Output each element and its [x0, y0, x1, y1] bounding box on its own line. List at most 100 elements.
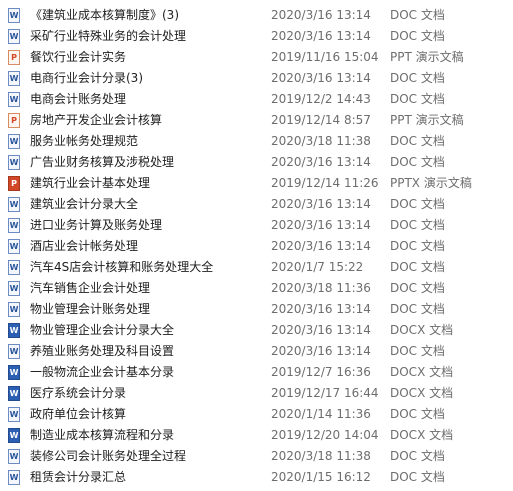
file-date-modified: 2020/1/7 15:22 [271, 260, 364, 274]
file-row[interactable]: W 电商会计账务处理 2019/12/2 14:43 DOC 文档 [0, 89, 513, 110]
file-type: DOC 文档 [390, 197, 445, 211]
file-date-modified: 2019/11/16 15:04 [271, 50, 379, 64]
file-type: DOC 文档 [390, 134, 445, 148]
file-name[interactable]: 服务业帐务处理规范 [30, 131, 138, 152]
doc-icon: W [8, 449, 20, 464]
file-name[interactable]: 一般物流企业会计基本分录 [30, 362, 174, 383]
file-date-modified: 2020/3/16 13:14 [271, 8, 371, 22]
file-type: DOC 文档 [390, 8, 445, 22]
file-type: DOC 文档 [390, 470, 445, 484]
file-date-modified: 2020/3/16 13:14 [271, 302, 371, 316]
file-date-modified: 2020/1/15 16:12 [271, 470, 371, 484]
file-type: DOC 文档 [390, 92, 445, 106]
file-row[interactable]: W 物业管理企业会计分录大全 2020/3/16 13:14 DOCX 文档 [0, 320, 513, 341]
ppt-icon: P [8, 113, 20, 128]
file-row[interactable]: W 汽车销售企业会计处理 2020/3/18 11:36 DOC 文档 [0, 278, 513, 299]
file-date-modified: 2020/1/14 11:36 [271, 407, 371, 421]
file-name[interactable]: 物业管理企业会计分录大全 [30, 320, 174, 341]
file-row[interactable]: W 酒店业会计帐务处理 2020/3/16 13:14 DOC 文档 [0, 236, 513, 257]
file-row[interactable]: W 租赁会计分录汇总 2020/1/15 16:12 DOC 文档 [0, 467, 513, 488]
file-date-modified: 2020/3/16 13:14 [271, 197, 371, 211]
file-row[interactable]: W 电商行业会计分录(3) 2020/3/16 13:14 DOC 文档 [0, 68, 513, 89]
file-name[interactable]: 汽车销售企业会计处理 [30, 278, 150, 299]
file-name[interactable]: 政府单位会计核算 [30, 404, 126, 425]
docx-icon: W [8, 365, 20, 380]
file-date-modified: 2020/3/16 13:14 [271, 71, 371, 85]
file-type: DOC 文档 [390, 281, 445, 295]
file-name[interactable]: 电商会计账务处理 [30, 89, 126, 110]
file-date-modified: 2020/3/16 13:14 [271, 218, 371, 232]
file-name[interactable]: 《建筑业成本核算制度》(3) [30, 5, 179, 26]
file-name[interactable]: 采矿行业特殊业务的会计处理 [30, 26, 186, 47]
file-date-modified: 2019/12/17 16:44 [271, 386, 379, 400]
doc-icon: W [8, 344, 20, 359]
file-row[interactable]: W 一般物流企业会计基本分录 2019/12/7 16:36 DOCX 文档 [0, 362, 513, 383]
file-date-modified: 2020/3/16 13:14 [271, 155, 371, 169]
docx-icon: W [8, 386, 20, 401]
doc-icon: W [8, 260, 20, 275]
file-date-modified: 2019/12/14 8:57 [271, 113, 371, 127]
file-name[interactable]: 建筑业会计分录大全 [30, 194, 138, 215]
file-type: DOC 文档 [390, 407, 445, 421]
file-date-modified: 2019/12/20 14:04 [271, 428, 379, 442]
pptx-icon: P [8, 176, 20, 191]
file-name[interactable]: 电商行业会计分录(3) [30, 68, 143, 89]
file-date-modified: 2019/12/7 16:36 [271, 365, 371, 379]
file-name[interactable]: 房地产开发企业会计核算 [30, 110, 162, 131]
file-name[interactable]: 酒店业会计帐务处理 [30, 236, 138, 257]
file-row[interactable]: W 制造业成本核算流程和分录 2019/12/20 14:04 DOCX 文档 [0, 425, 513, 446]
file-date-modified: 2020/3/16 13:14 [271, 29, 371, 43]
file-type: DOCX 文档 [390, 323, 454, 337]
file-row[interactable]: P 房地产开发企业会计核算 2019/12/14 8:57 PPT 演示文稿 [0, 110, 513, 131]
file-row[interactable]: W 装修公司会计账务处理全过程 2020/3/18 11:38 DOC 文档 [0, 446, 513, 467]
file-name[interactable]: 装修公司会计账务处理全过程 [30, 446, 186, 467]
doc-icon: W [8, 92, 20, 107]
file-row[interactable]: P 建筑行业会计基本处理 2019/12/14 11:26 PPTX 演示文稿 [0, 173, 513, 194]
file-type: DOC 文档 [390, 71, 445, 85]
file-name[interactable]: 制造业成本核算流程和分录 [30, 425, 174, 446]
file-row[interactable]: W 汽车4S店会计核算和账务处理大全 2020/1/7 15:22 DOC 文档 [0, 257, 513, 278]
file-type: DOC 文档 [390, 155, 445, 169]
doc-icon: W [8, 134, 20, 149]
file-row[interactable]: W 养殖业账务处理及科目设置 2020/3/16 13:14 DOC 文档 [0, 341, 513, 362]
file-date-modified: 2020/3/16 13:14 [271, 344, 371, 358]
file-date-modified: 2019/12/2 14:43 [271, 92, 371, 106]
file-type: PPT 演示文稿 [390, 50, 464, 64]
file-row[interactable]: W 《建筑业成本核算制度》(3) 2020/3/16 13:14 DOC 文档 [0, 5, 513, 26]
file-name[interactable]: 汽车4S店会计核算和账务处理大全 [30, 257, 213, 278]
file-type: DOCX 文档 [390, 428, 454, 442]
file-name[interactable]: 医疗系统会计分录 [30, 383, 126, 404]
file-type: DOC 文档 [390, 239, 445, 253]
file-name[interactable]: 养殖业账务处理及科目设置 [30, 341, 174, 362]
doc-icon: W [8, 470, 20, 485]
doc-icon: W [8, 407, 20, 422]
doc-icon: W [8, 281, 20, 296]
file-list: W 《建筑业成本核算制度》(3) 2020/3/16 13:14 DOC 文档 W 采矿行… [0, 0, 513, 491]
file-row[interactable]: P 餐饮行业会计实务 2019/11/16 15:04 PPT 演示文稿 [0, 47, 513, 68]
file-row[interactable]: W 建筑业会计分录大全 2020/3/16 13:14 DOC 文档 [0, 194, 513, 215]
file-row[interactable]: W 医疗系统会计分录 2019/12/17 16:44 DOCX 文档 [0, 383, 513, 404]
file-date-modified: 2020/3/16 13:14 [271, 239, 371, 253]
file-row[interactable]: W 服务业帐务处理规范 2020/3/18 11:38 DOC 文档 [0, 131, 513, 152]
file-row[interactable]: W 进口业务计算及账务处理 2020/3/16 13:14 DOC 文档 [0, 215, 513, 236]
file-name[interactable]: 餐饮行业会计实务 [30, 47, 126, 68]
file-name[interactable]: 进口业务计算及账务处理 [30, 215, 162, 236]
docx-icon: W [8, 323, 20, 338]
doc-icon: W [8, 239, 20, 254]
doc-icon: W [8, 8, 20, 23]
file-row[interactable]: W 物业管理会计账务处理 2020/3/16 13:14 DOC 文档 [0, 299, 513, 320]
file-name[interactable]: 租赁会计分录汇总 [30, 467, 126, 488]
file-row[interactable]: W 采矿行业特殊业务的会计处理 2020/3/16 13:14 DOC 文档 [0, 26, 513, 47]
file-row[interactable]: W 广告业财务核算及涉税处理 2020/3/16 13:14 DOC 文档 [0, 152, 513, 173]
doc-icon: W [8, 218, 20, 233]
file-type: DOC 文档 [390, 29, 445, 43]
doc-icon: W [8, 155, 20, 170]
file-type: DOC 文档 [390, 260, 445, 274]
file-row[interactable]: W 政府单位会计核算 2020/1/14 11:36 DOC 文档 [0, 404, 513, 425]
file-name[interactable]: 建筑行业会计基本处理 [30, 173, 150, 194]
file-name[interactable]: 物业管理会计账务处理 [30, 299, 150, 320]
file-type: DOC 文档 [390, 302, 445, 316]
file-name[interactable]: 广告业财务核算及涉税处理 [30, 152, 174, 173]
doc-icon: W [8, 197, 20, 212]
ppt-icon: P [8, 50, 20, 65]
